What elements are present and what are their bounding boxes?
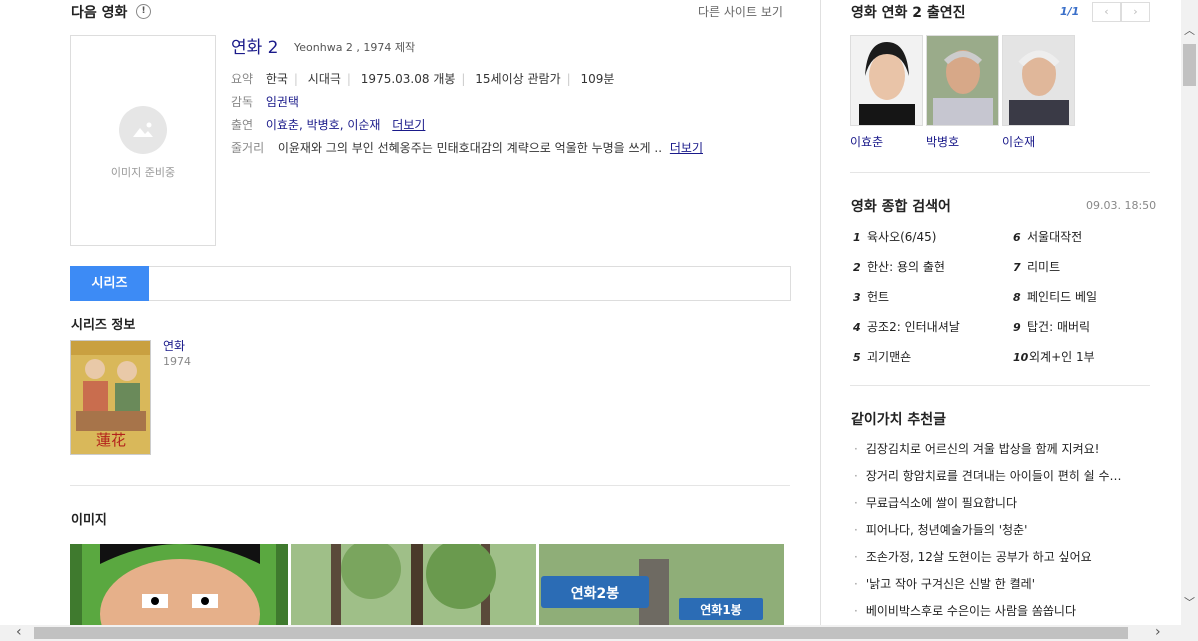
cast-photo-3[interactable] [1002, 35, 1075, 126]
poster-placeholder-text: 이미지 준비중 [110, 166, 176, 179]
recommend-item[interactable]: · 김장김치로 어르신의 겨울 밥상을 함께 지켜요! [854, 440, 1146, 457]
summary-rating: 15세이상 관람가 [475, 72, 561, 86]
next-button[interactable]: › [1121, 2, 1150, 22]
prev-button[interactable]: ‹ [1092, 2, 1121, 22]
cast-name-2[interactable]: 박병호 [926, 133, 959, 150]
movie-title[interactable]: 연화 2 [231, 33, 279, 58]
other-sites-link[interactable]: 다른 사이트 보기 [698, 3, 783, 20]
image-thumb-1[interactable] [70, 544, 288, 630]
vertical-scrollbar[interactable] [1181, 0, 1198, 625]
ranking-item[interactable]: 5 괴기맨숀 [853, 348, 911, 365]
info-icon[interactable]: ! [136, 4, 151, 19]
panel-divider [850, 385, 1150, 386]
cast-name-1[interactable]: 이효춘 [850, 133, 883, 150]
cast-links[interactable]: 이효춘, 박병호, 이순재 [266, 118, 381, 132]
images-heading: 이미지 [71, 513, 107, 528]
series-title-link[interactable]: 연화 [163, 337, 185, 354]
svg-text:蓮花: 蓮花 [96, 431, 126, 449]
summary-release: 1975.03.08 개봉 [360, 72, 456, 86]
ranking-item[interactable]: 4 공조2: 인터내셔날 [853, 318, 960, 335]
svg-text:연화2봉: 연화2봉 [571, 586, 620, 602]
recommend-item[interactable]: · 장거리 항암치료를 견뎌내는 아이들이 편히 쉴 수… [854, 467, 1146, 484]
image-thumb-2[interactable] [291, 544, 536, 630]
tab-series[interactable]: 시리즈 [70, 266, 149, 301]
ranking-item[interactable]: 10외계+인 1부 [1013, 348, 1095, 365]
image-icon [119, 106, 167, 154]
cast-pager: 1/1 [1060, 5, 1080, 18]
tab-bar [70, 266, 791, 301]
cast-label: 출연 [231, 118, 254, 132]
plot-row: 줄거리 이윤재와 그의 부인 선혜옹주는 민태호대감의 계략으로 억울한 누명을… [231, 139, 703, 156]
ranking-item[interactable]: 8 페인티드 베일 [1013, 288, 1097, 305]
summary-country: 한국 [265, 72, 288, 86]
scroll-right-arrow[interactable]: › [1155, 624, 1161, 640]
cast-more-link[interactable]: 더보기 [392, 118, 425, 132]
cast-name-3[interactable]: 이순재 [1002, 133, 1035, 150]
cast-panel-title: 영화 연화 2 출연진 [851, 5, 966, 21]
ranking-item[interactable]: 1 육사오(6/45) [853, 228, 936, 245]
scroll-left-arrow[interactable]: ‹ [16, 624, 22, 640]
vertical-scroll-thumb[interactable] [1183, 44, 1196, 86]
scroll-up-arrow[interactable]: ︿ [1184, 22, 1195, 38]
page-title: 다음 영화 [71, 5, 128, 21]
svg-text:연화1봉: 연화1봉 [700, 602, 741, 617]
recommend-item[interactable]: · 베이비박스후로 수은이는 사람을 쏨쏩니다 [854, 602, 1146, 619]
plot-label: 줄거리 [231, 141, 265, 155]
scroll-down-arrow[interactable]: ﹀ [1184, 594, 1195, 610]
movie-subtitle: Yeonhwa 2 , 1974 제작 [294, 41, 416, 54]
ranking-item[interactable]: 2 한산: 용의 출현 [853, 258, 945, 275]
series-poster[interactable]: 蓮花 [70, 340, 151, 455]
ranking-time: 09.03. 18:50 [1086, 199, 1157, 212]
plot-more-link[interactable]: 더보기 [670, 141, 703, 155]
recommend-item[interactable]: · '낡고 작아 구겨신은 신발 한 켤레' [854, 575, 1146, 592]
recommend-item[interactable]: · 조손가정, 12살 도현이는 공부가 하고 싶어요 [854, 548, 1146, 565]
summary-genre: 시대극 [307, 72, 341, 86]
horizontal-scroll-thumb[interactable] [34, 627, 1128, 639]
summary-row: 요약 한국 | 시대극 | 1975.03.08 개봉 | 15세이상 관람가 | 10… [231, 72, 615, 86]
series-heading: 시리즈 정보 [71, 318, 136, 333]
ranking-item[interactable]: 7 리미트 [1013, 258, 1060, 275]
image-thumb-3[interactable]: 연화2봉 연화1봉 [539, 544, 784, 630]
panel-divider [850, 172, 1150, 173]
recommend-item[interactable]: · 피어나다, 청년예술가들의 '청춘' [854, 521, 1146, 538]
section-divider [70, 485, 790, 486]
summary-runtime: 109분 [580, 72, 615, 86]
ranking-item[interactable]: 3 헌트 [853, 288, 889, 305]
ranking-item[interactable]: 9 탑건: 매버릭 [1013, 318, 1090, 335]
poster-placeholder: 이미지 준비중 [70, 35, 216, 246]
right-panel-divider [820, 0, 821, 625]
recommend-item[interactable]: · 무료급식소에 쌀이 필요합니다 [854, 494, 1146, 511]
director-row: 감독 임권택 [231, 93, 299, 110]
plot-text: 이윤재와 그의 부인 선혜옹주는 민태호대감의 계략으로 억울한 누명을 쓰게 … [277, 141, 663, 155]
ranking-title: 영화 종합 검색어 [851, 199, 951, 215]
recommend-title: 같이가치 추천글 [851, 412, 947, 428]
cast-row: 출연 이효춘, 박병호, 이순재 더보기 [231, 116, 425, 133]
director-link[interactable]: 임권택 [266, 95, 299, 109]
cast-photo-2[interactable] [926, 35, 999, 126]
director-label: 감독 [231, 95, 254, 109]
cast-photo-1[interactable] [850, 35, 923, 126]
summary-label: 요약 [231, 72, 254, 86]
series-year: 1974 [163, 355, 191, 368]
ranking-item[interactable]: 6 서울대작전 [1013, 228, 1082, 245]
